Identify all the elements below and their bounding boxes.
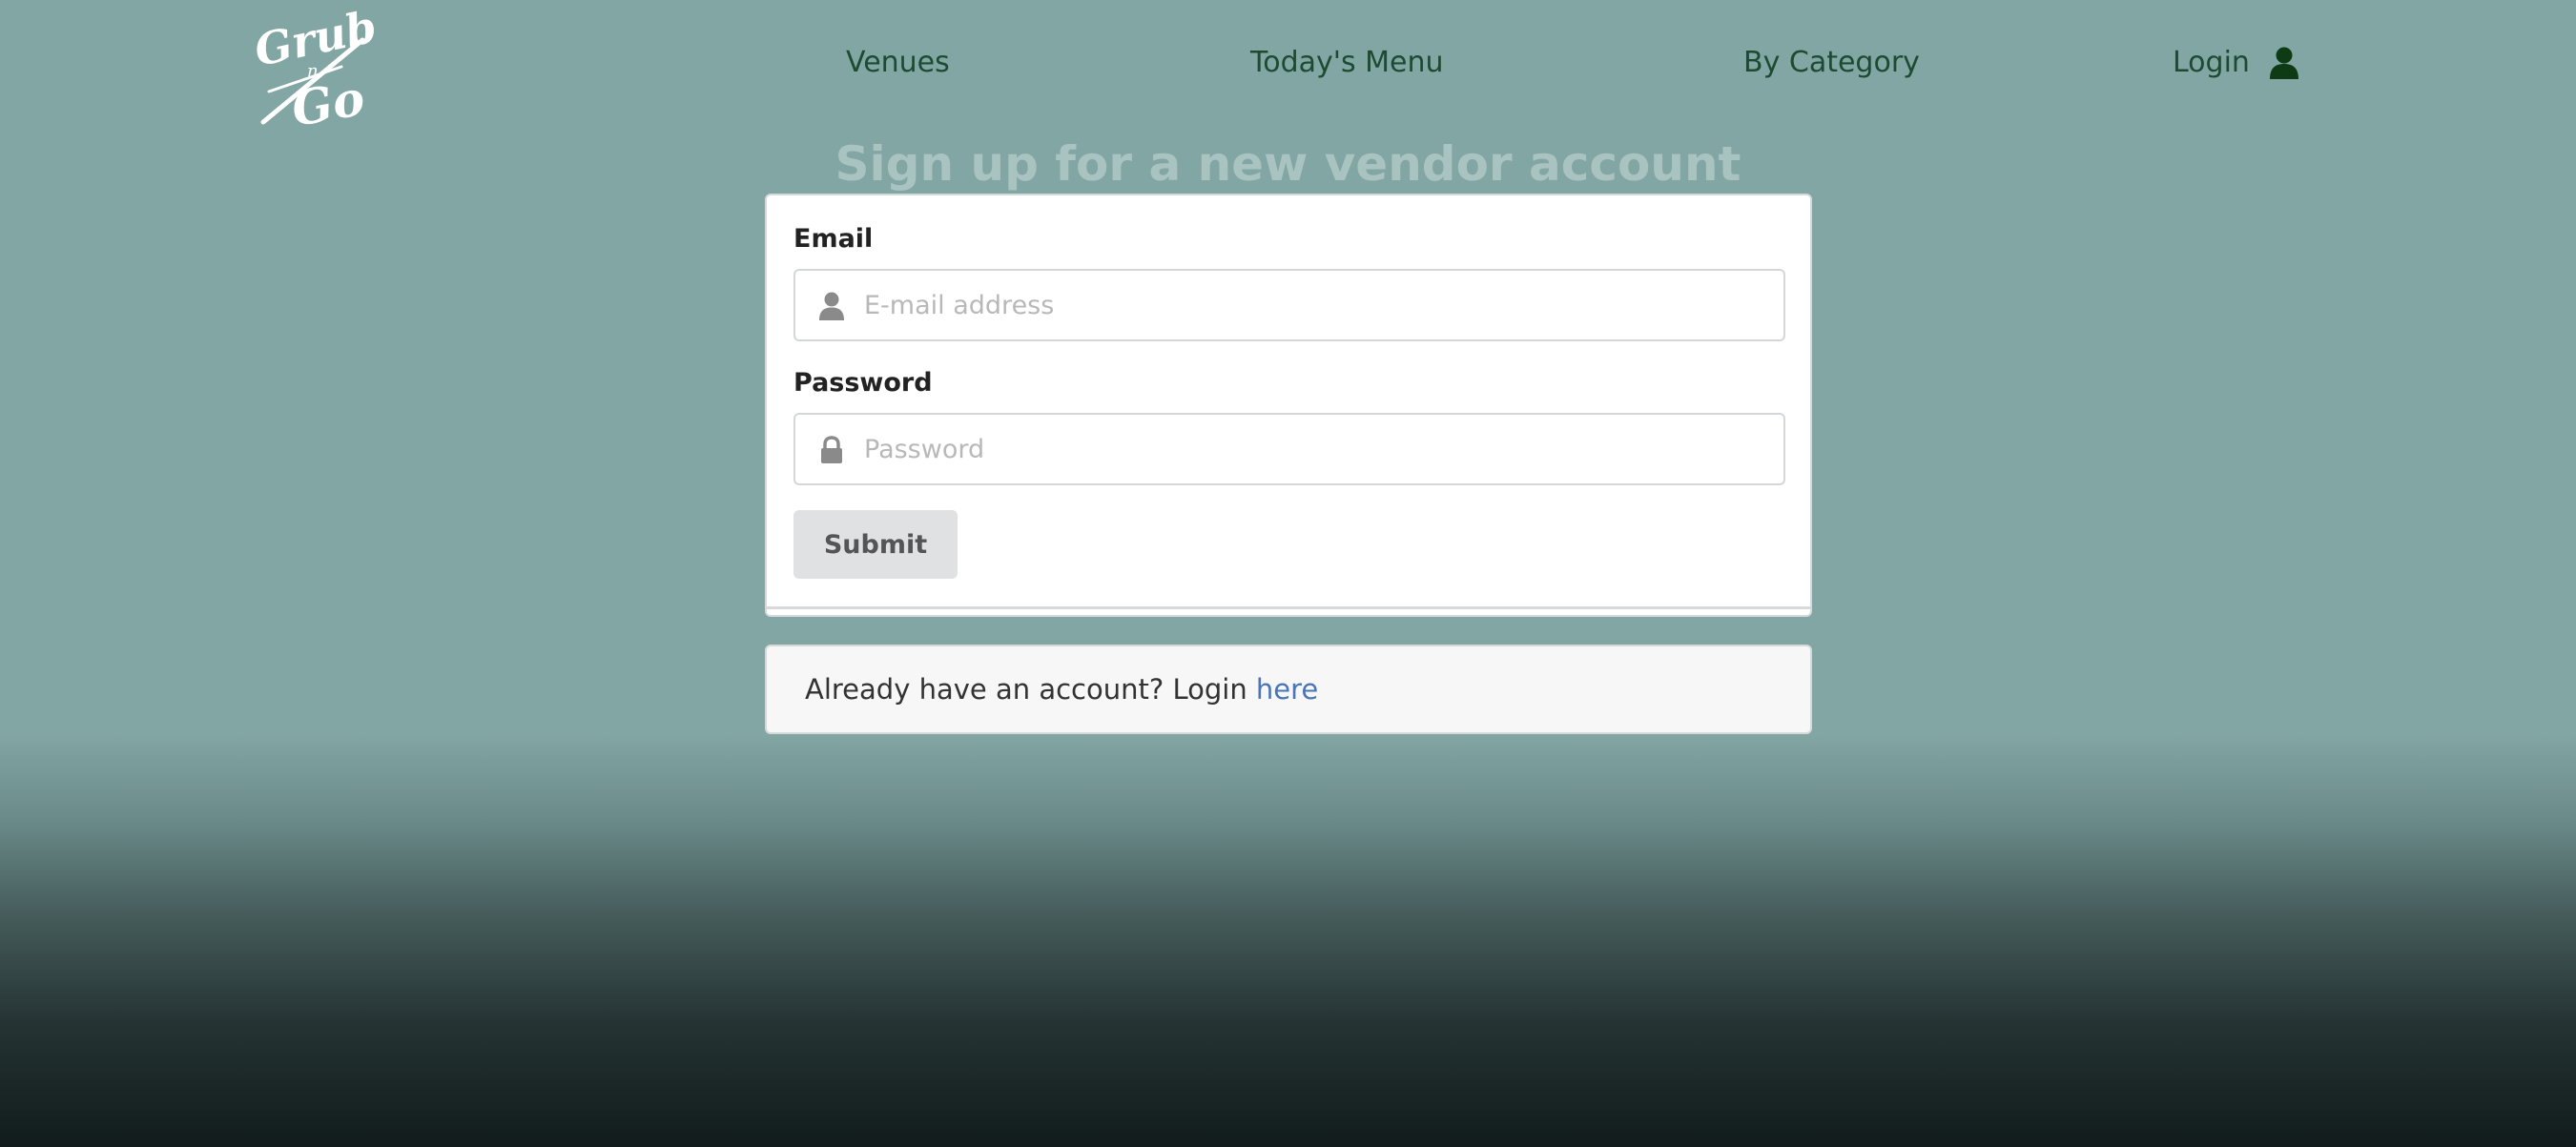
nav-login-link[interactable]: Login xyxy=(2173,42,2299,84)
user-icon xyxy=(2269,47,2298,79)
password-field-wrapper xyxy=(793,413,1785,485)
email-field-wrapper xyxy=(793,269,1785,341)
logo-text-bottom: Go xyxy=(287,70,368,130)
grub-n-go-logo[interactable]: Grub n Go xyxy=(250,0,374,130)
user-icon xyxy=(818,292,845,320)
login-message: Already have an account? Login here xyxy=(765,645,1812,734)
email-label: Email xyxy=(793,224,874,254)
nav-todays-menu-link[interactable]: Today's Menu xyxy=(1250,42,1444,84)
signup-form: Email Password Submit xyxy=(765,194,1812,617)
nav-login-label: Login xyxy=(2173,46,2250,79)
login-here-link[interactable]: here xyxy=(1256,673,1318,706)
lock-icon xyxy=(818,436,845,464)
nav-by-category-link[interactable]: By Category xyxy=(1743,42,1920,84)
page-title: Sign up for a new vendor account xyxy=(835,136,1741,192)
logo-graphic: Grub n Go xyxy=(250,0,374,130)
login-message-text: Already have an account? Login xyxy=(805,673,1256,706)
nav-venues-link[interactable]: Venues xyxy=(846,42,950,84)
submit-button[interactable]: Submit xyxy=(793,510,958,579)
password-input[interactable] xyxy=(864,415,1770,483)
form-divider xyxy=(767,606,1810,609)
password-label: Password xyxy=(793,368,933,398)
email-input[interactable] xyxy=(864,271,1770,339)
